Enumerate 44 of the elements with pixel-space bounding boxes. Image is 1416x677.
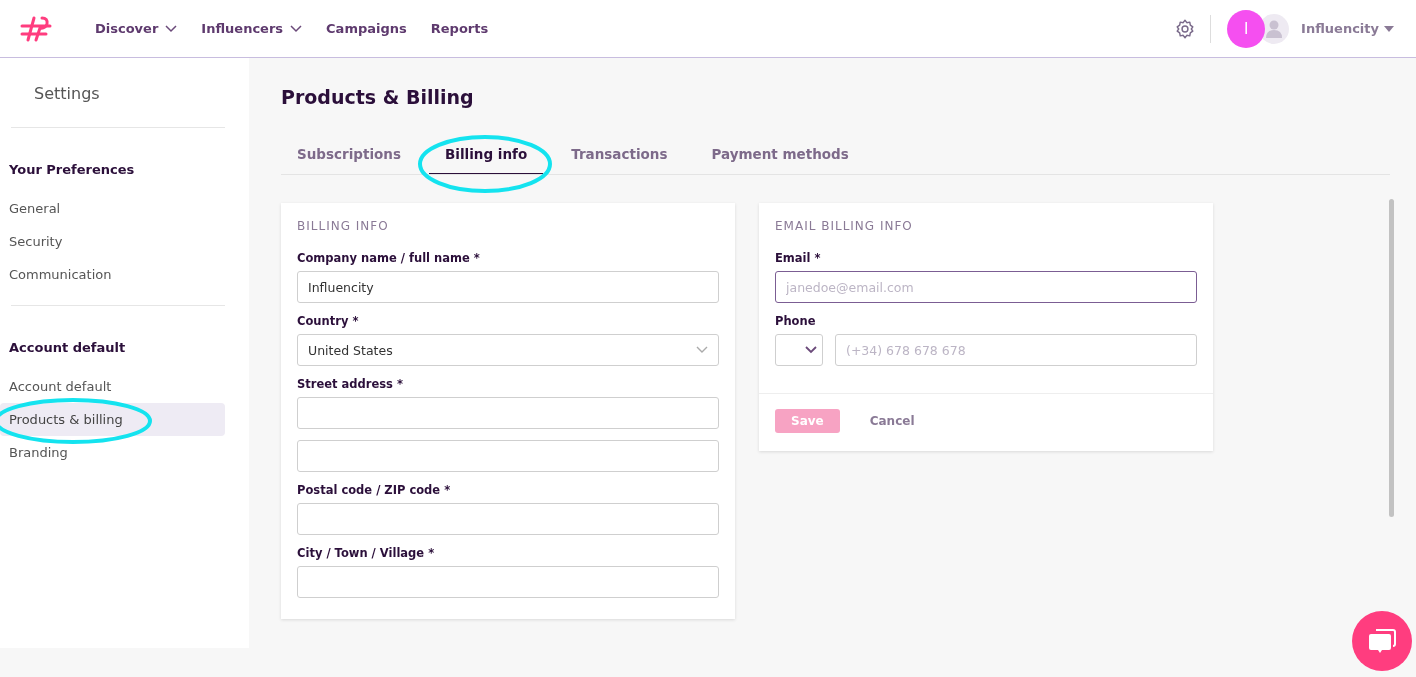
sidebar-title: Settings	[11, 58, 225, 128]
field-label: Company name / full name *	[297, 251, 481, 265]
input-field[interactable]: Influencity	[297, 271, 719, 303]
field-label: Postal code / ZIP code *	[297, 483, 452, 497]
card-heading: EMAIL BILLING INFO	[775, 219, 914, 233]
country-select[interactable]: United States	[297, 334, 719, 366]
scrollbar[interactable]	[1389, 199, 1394, 517]
chat-button[interactable]	[1352, 611, 1412, 671]
sidebar-heading: Account default	[9, 340, 127, 355]
chevron-down-icon	[805, 346, 817, 354]
sidebar-item[interactable]: Communication	[0, 258, 225, 291]
field-label: Street address *	[297, 377, 404, 391]
tab[interactable]: Payment methods	[695, 146, 865, 173]
input-field[interactable]	[297, 503, 719, 535]
input-field[interactable]	[297, 440, 719, 472]
input-field[interactable]	[297, 566, 719, 598]
field-label: Phone	[775, 314, 817, 328]
tab[interactable]: Subscriptions	[281, 146, 417, 173]
sidebar-item[interactable]: Branding	[0, 436, 225, 469]
nav-link[interactable]: Influencers	[201, 21, 303, 36]
page-title: Products & Billing	[281, 86, 475, 108]
sidebar-heading: Your Preferences	[9, 162, 136, 177]
email-field[interactable]: janedoe@email.com	[775, 271, 1197, 303]
nav-link[interactable]: Campaigns	[326, 21, 407, 36]
sidebar-item[interactable]: Security	[0, 225, 225, 258]
card-heading: BILLING INFO	[297, 219, 390, 233]
nav-link[interactable]: Discover	[95, 21, 178, 36]
hash-logo-icon[interactable]	[20, 14, 52, 43]
field-label: Email *	[775, 251, 822, 265]
phone-field[interactable]: (+34) 678 678 678	[835, 334, 1197, 366]
input-field[interactable]	[297, 397, 719, 429]
field-label: Country *	[297, 314, 360, 328]
field-label: City / Town / Village *	[297, 546, 436, 560]
cancel-button[interactable]: Cancel	[863, 413, 921, 429]
account-menu[interactable]: Influencity	[1301, 21, 1394, 36]
nav-link[interactable]: Reports	[430, 21, 489, 36]
chat-bubbles-icon	[1367, 627, 1397, 655]
tab[interactable]: Transactions	[555, 146, 684, 173]
sidebar-item[interactable]: General	[0, 192, 225, 225]
chevron-down-icon	[696, 346, 708, 354]
sidebar-item[interactable]: Account default	[0, 370, 225, 403]
caret-icon	[1384, 25, 1394, 32]
country-code-select[interactable]	[775, 334, 823, 366]
sidebar-item[interactable]: Products & billing	[0, 403, 225, 436]
